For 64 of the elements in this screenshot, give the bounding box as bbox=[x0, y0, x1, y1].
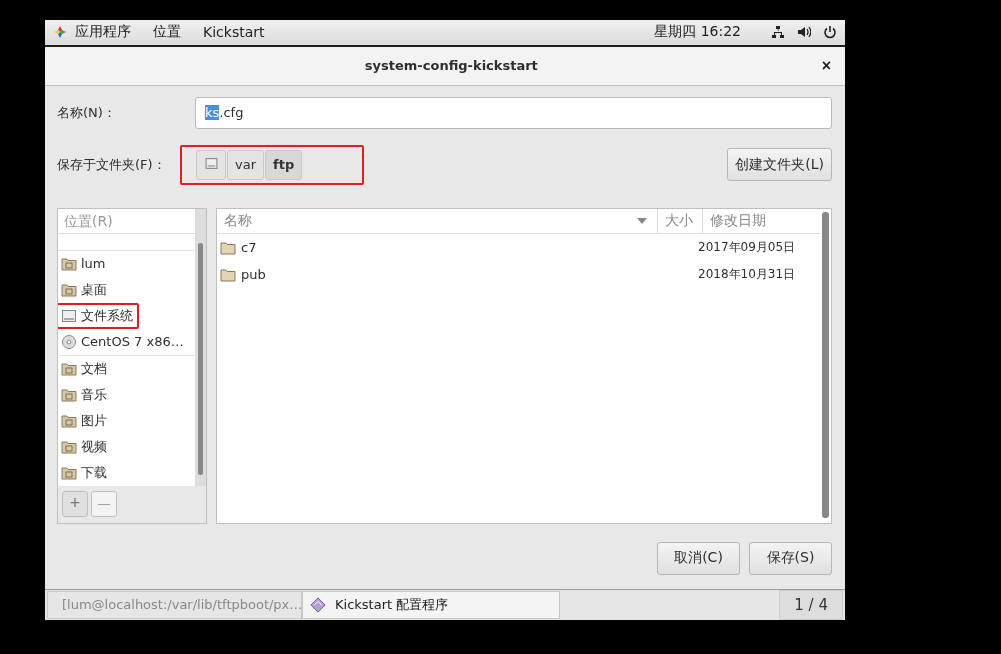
name-label: 名称(N)： bbox=[57, 103, 117, 122]
place-label: 下载 bbox=[81, 463, 107, 482]
close-button[interactable]: × bbox=[817, 56, 835, 75]
create-folder-button[interactable]: 创建文件夹(L) bbox=[727, 148, 832, 182]
place-item[interactable]: 音乐 bbox=[58, 381, 113, 408]
folder-icon bbox=[61, 386, 77, 403]
column-header[interactable]: 名称 bbox=[217, 208, 658, 233]
folder-icon bbox=[61, 360, 77, 377]
top-menu[interactable]: 位置 bbox=[153, 23, 181, 42]
path-button[interactable] bbox=[196, 149, 226, 180]
folder-icon bbox=[220, 266, 236, 283]
volume-icon[interactable] bbox=[797, 25, 811, 40]
dialog-button[interactable]: 取消(C) bbox=[657, 541, 740, 575]
clock[interactable]: 星期四 16:22 bbox=[654, 23, 741, 42]
place-label: 桌面 bbox=[81, 280, 107, 299]
place-label: 文件系统 bbox=[81, 306, 133, 325]
folder-icon bbox=[220, 239, 236, 256]
place-item[interactable]: 下载 bbox=[58, 459, 113, 486]
place-item[interactable]: 图片 bbox=[58, 407, 113, 434]
taskbar-label: [lum@localhost:/var/lib/tftpboot/px… bbox=[62, 597, 301, 613]
sort-arrow-icon bbox=[637, 217, 647, 224]
folder-icon bbox=[61, 281, 77, 298]
disc-icon bbox=[61, 333, 77, 350]
file-date: 2018年10月31日 bbox=[698, 267, 796, 282]
place-label: 视频 bbox=[81, 437, 107, 456]
folder-icon bbox=[61, 412, 77, 429]
place-item[interactable]: CentOS 7 x86… bbox=[58, 329, 190, 354]
place-item[interactable]: 视频 bbox=[58, 433, 113, 460]
folder-icon bbox=[61, 255, 77, 272]
top-menu[interactable]: Kickstart bbox=[203, 24, 265, 41]
place-label: lum bbox=[81, 256, 106, 272]
drive-icon bbox=[61, 307, 77, 324]
folder-label: 保存于文件夹(F)： bbox=[57, 155, 167, 174]
apps-icon[interactable] bbox=[53, 25, 67, 40]
path-button[interactable]: var bbox=[227, 149, 264, 180]
scrollbar-thumb[interactable] bbox=[198, 242, 203, 475]
column-header[interactable]: 大小 bbox=[658, 208, 703, 233]
place-item[interactable]: 文档 bbox=[58, 355, 113, 382]
name-field[interactable]: ks.cfg bbox=[195, 96, 832, 129]
taskbar-item[interactable]: Kickstart 配置程序 bbox=[302, 590, 560, 619]
path-button[interactable]: ftp bbox=[265, 149, 303, 180]
place-label: CentOS 7 x86… bbox=[81, 334, 184, 350]
drive-icon bbox=[204, 156, 218, 170]
network-icon[interactable] bbox=[771, 25, 785, 40]
place-item[interactable]: lum bbox=[58, 251, 112, 276]
file-name[interactable]: pub bbox=[241, 267, 266, 283]
place-item[interactable]: 桌面 bbox=[58, 276, 113, 303]
place-label: 文档 bbox=[81, 359, 107, 378]
column-header[interactable]: 修改日期 bbox=[703, 208, 820, 233]
folder-icon bbox=[61, 438, 77, 455]
place-label: 音乐 bbox=[81, 385, 107, 404]
file-name[interactable]: c7 bbox=[241, 240, 257, 256]
place-item[interactable]: 文件系统 bbox=[58, 302, 139, 329]
diamond-icon bbox=[309, 596, 327, 613]
workspace-indicator[interactable]: 1 / 4 bbox=[779, 589, 843, 620]
taskbar-label: Kickstart 配置程序 bbox=[335, 595, 449, 614]
dialog-title: system-config-kickstart bbox=[364, 58, 538, 74]
dialog-button[interactable]: 保存(S) bbox=[749, 541, 832, 575]
folder-icon bbox=[61, 464, 77, 481]
top-menu[interactable]: 应用程序 bbox=[75, 23, 131, 42]
file-date: 2017年09月05日 bbox=[698, 240, 796, 255]
scrollbar-thumb[interactable] bbox=[822, 211, 829, 518]
power-icon[interactable] bbox=[823, 25, 837, 40]
place-label: 图片 bbox=[81, 411, 107, 430]
